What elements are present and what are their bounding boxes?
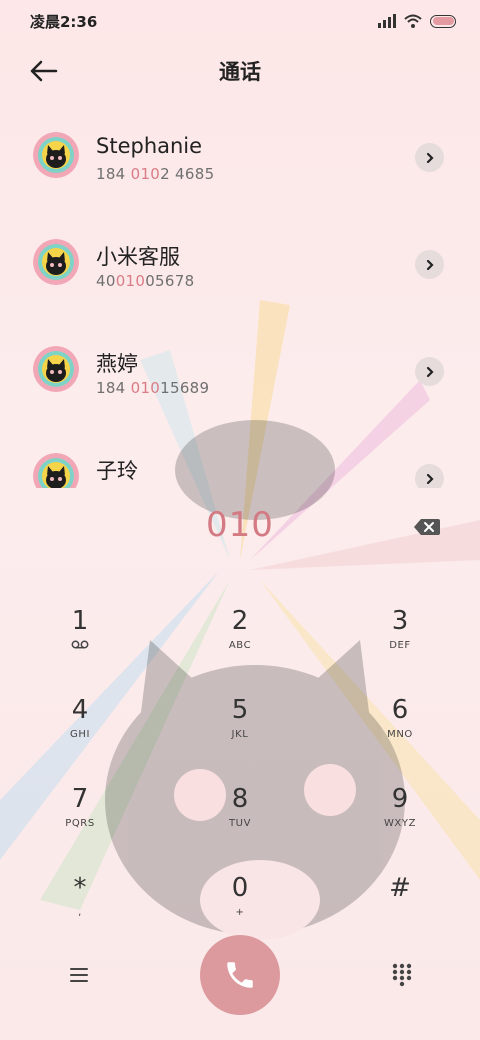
key-digit: 1 [71,606,89,636]
matched-digits: 010 [130,165,161,183]
chevron-right-icon [426,473,434,484]
key-1[interactable]: 1 [20,604,140,684]
chevron-right-icon [426,152,434,163]
avatar [33,346,79,392]
key-star[interactable]: * , [20,871,140,951]
contact-row[interactable]: 小米客服 4001005678 [0,217,480,317]
page-title: 通话 [219,60,261,84]
key-digit: 6 [391,695,409,725]
key-letters: WXYZ [383,818,417,829]
wifi-icon [404,14,422,28]
status-icons [378,11,456,31]
key-letters: TUV [228,818,252,829]
avatar [33,453,79,488]
key-8[interactable]: 8 TUV [180,782,300,862]
key-7[interactable]: 7 PQRS [20,782,140,862]
contact-row[interactable]: 燕婷 184 01015689 [0,324,480,424]
contact-name: 小米客服 [96,245,180,269]
key-letters: GHI [69,729,91,740]
key-digit: 0 [231,873,249,903]
battery-icon [430,14,456,28]
key-4[interactable]: 4 GHI [20,693,140,773]
contact-number: 184 0102 4685 [96,165,215,183]
key-6[interactable]: 6 MNO [340,693,460,773]
avatar [33,239,79,285]
call-button[interactable] [200,935,280,1015]
key-digit: # [389,873,411,903]
key-2[interactable]: 2 ABC [180,604,300,684]
header: 通话 [0,46,480,96]
key-letters: , [78,907,82,918]
contact-detail-button[interactable] [415,250,444,279]
key-letters: DEF [389,640,411,651]
matched-digits: 010 [115,272,146,290]
signal-icon [378,14,396,28]
key-3[interactable]: 3 DEF [340,604,460,684]
contact-row[interactable]: 子玲 [0,431,480,488]
key-digit: * [73,873,87,903]
key-letters: JKL [231,729,249,740]
contact-name: Stephanie [96,134,203,158]
chevron-right-icon [426,259,434,270]
backspace-icon[interactable] [413,517,441,537]
contact-number: 4001005678 [96,272,195,290]
contact-number: 184 01015689 [96,379,210,397]
contact-detail-button[interactable] [415,357,444,386]
voicemail-icon [71,640,89,649]
contact-suggestion-list: Stephanie 184 0102 4685 小米客服 4001005678 [0,110,480,488]
dial-display: 010 [0,505,480,553]
chevron-right-icon [426,366,434,377]
status-time: 凌晨2:36 [30,13,98,31]
key-digit: 2 [231,606,249,636]
contact-name: 燕婷 [96,352,138,376]
key-digit: 9 [391,784,409,814]
menu-icon[interactable] [66,964,92,986]
dialpad-icon[interactable] [390,962,414,988]
key-letters: MNO [387,729,413,740]
contact-detail-button[interactable] [415,143,444,172]
phone-icon [227,962,253,988]
key-letters: PQRS [65,818,95,829]
key-letters: ABC [228,640,252,651]
key-digit: 5 [231,695,249,725]
key-digit: 3 [391,606,409,636]
key-letters: + [235,907,245,918]
matched-digits: 010 [130,379,161,397]
key-digit: 4 [71,695,89,725]
dialed-number: 010 [206,505,274,545]
key-digit: 8 [231,784,249,814]
key-digit: 7 [71,784,89,814]
key-9[interactable]: 9 WXYZ [340,782,460,862]
status-bar: 凌晨2:36 [0,0,480,42]
contact-name: 子玲 [96,459,138,483]
key-hash[interactable]: # [340,871,460,951]
avatar [33,132,79,178]
key-5[interactable]: 5 JKL [180,693,300,773]
contact-detail-button[interactable] [415,464,444,488]
contact-row[interactable]: Stephanie 184 0102 4685 [0,110,480,210]
